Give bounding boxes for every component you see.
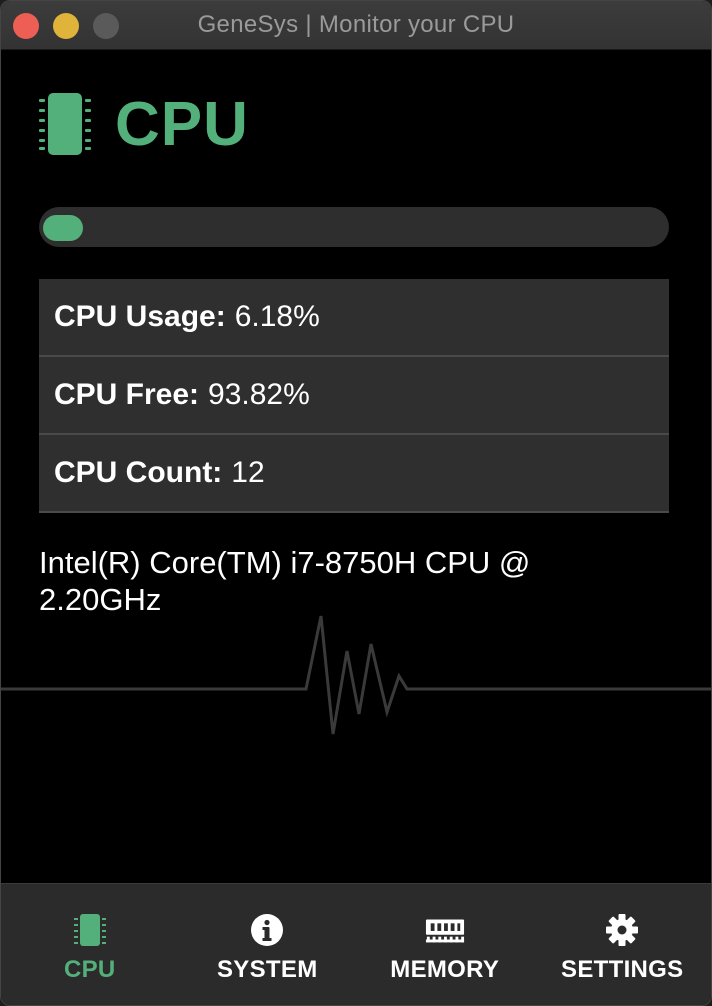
stat-cpu-usage: CPU Usage: 6.18% <box>39 279 669 357</box>
stat-value: 12 <box>231 456 265 489</box>
heartbeat-pulse-graphic <box>1 615 711 735</box>
app-window: GeneSys | Monitor your CPU CPU CPU Usage… <box>0 0 712 1006</box>
nav-item-cpu[interactable]: CPU <box>1 884 179 1005</box>
page-title: CPU <box>115 89 249 159</box>
memory-icon <box>425 912 465 948</box>
window-title: GeneSys | Monitor your CPU <box>197 11 515 38</box>
nav-label: MEMORY <box>390 956 500 983</box>
gear-icon <box>602 912 642 948</box>
cpu-usage-progress-fill <box>43 215 83 241</box>
stat-label: CPU Free: <box>54 378 200 411</box>
cpu-usage-progress-bar <box>39 207 669 247</box>
page-header: CPU <box>37 89 249 159</box>
nav-label: CPU <box>63 956 116 983</box>
bottom-nav: CPU SYSTEM MEMORY SETTINGS <box>1 883 712 1005</box>
info-icon <box>247 912 287 948</box>
stat-cpu-free: CPU Free: 93.82% <box>39 357 669 435</box>
stat-cpu-count: CPU Count: 12 <box>39 435 669 513</box>
cpu-chip-icon <box>70 912 110 948</box>
cpu-chip-icon <box>39 93 91 155</box>
stat-value: 6.18% <box>234 300 320 333</box>
nav-label: SETTINGS <box>561 956 684 983</box>
nav-item-memory[interactable]: MEMORY <box>356 884 534 1005</box>
stat-label: CPU Usage: <box>54 300 226 333</box>
nav-item-settings[interactable]: SETTINGS <box>534 884 712 1005</box>
stat-value: 93.82% <box>208 378 310 411</box>
nav-item-system[interactable]: SYSTEM <box>179 884 357 1005</box>
nav-label: SYSTEM <box>217 956 318 983</box>
stat-label: CPU Count: <box>54 456 223 489</box>
title-bar[interactable]: GeneSys | Monitor your CPU <box>1 1 711 50</box>
cpu-stats-list: CPU Usage: 6.18% CPU Free: 93.82% CPU Co… <box>39 279 669 513</box>
